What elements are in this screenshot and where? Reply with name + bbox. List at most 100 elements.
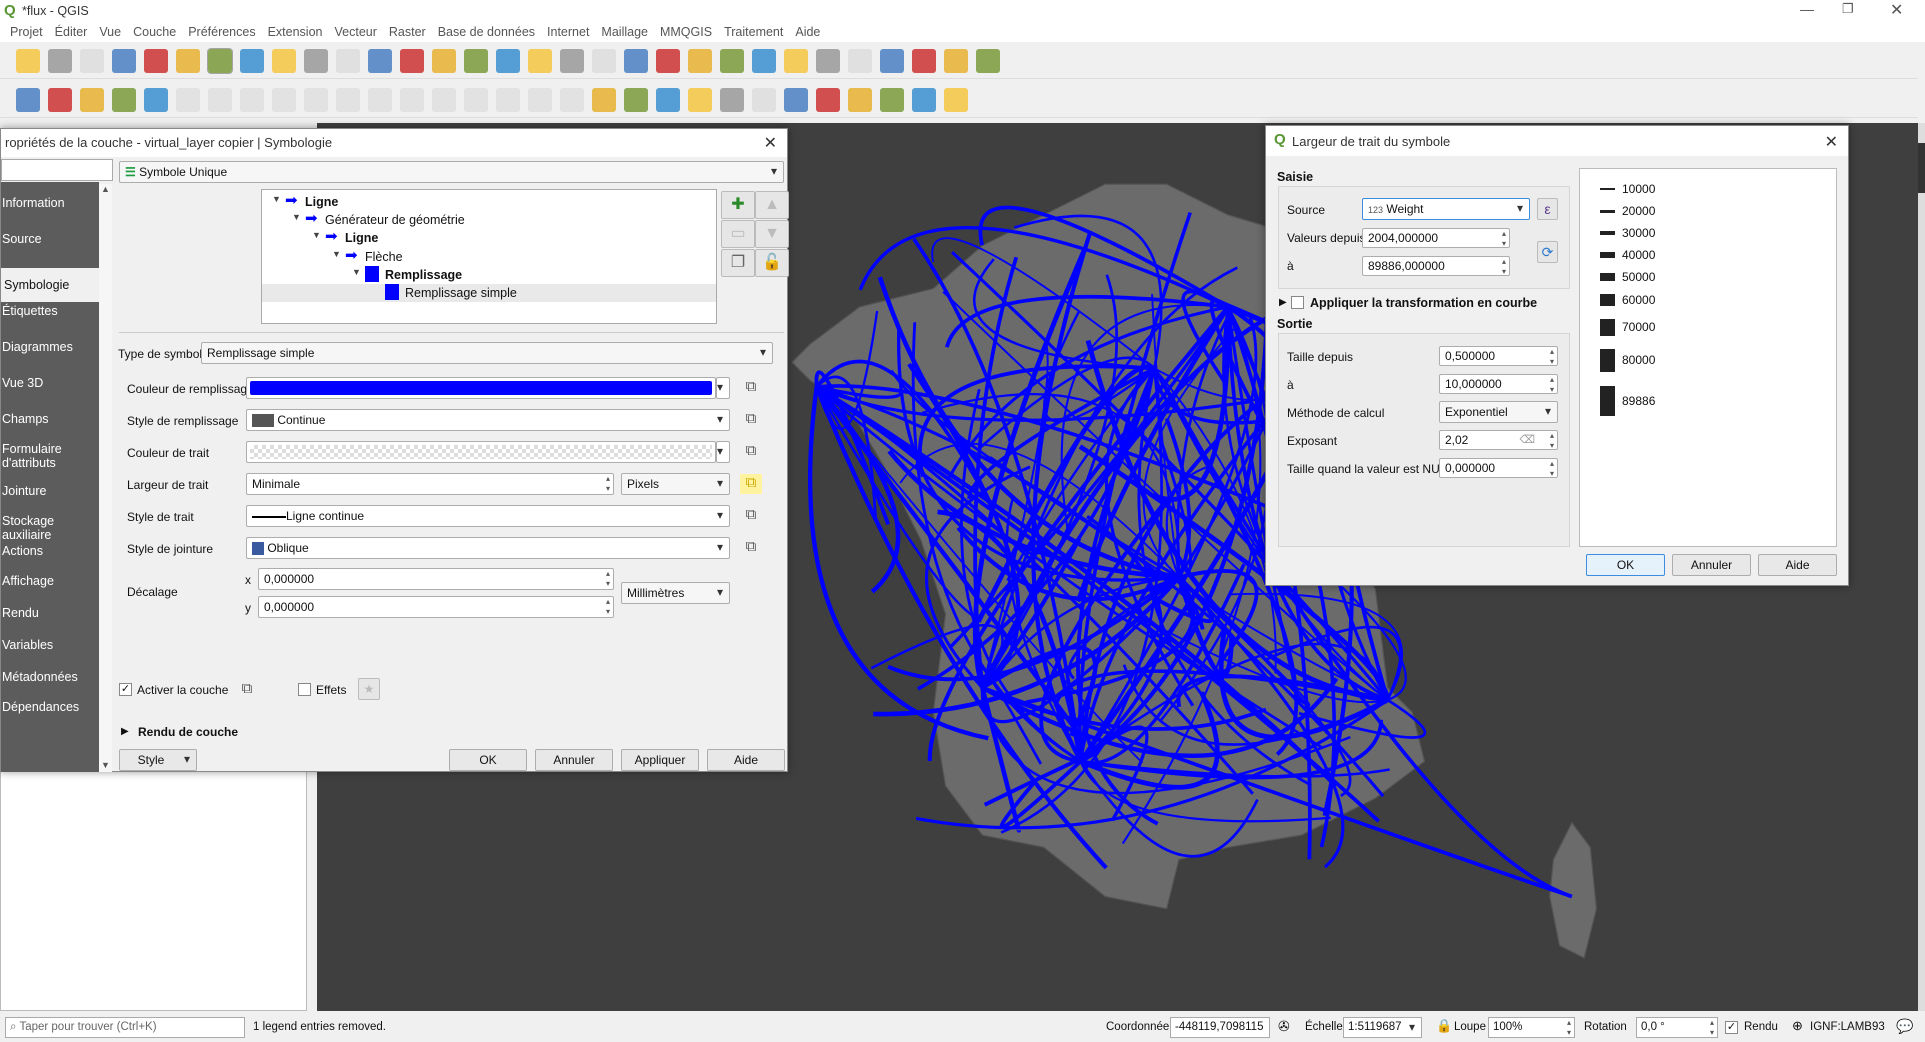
collapse-arrow-icon[interactable]: ▼ xyxy=(272,194,281,204)
render-checkbox[interactable]: ✓ xyxy=(1725,1021,1738,1034)
menu-10[interactable]: Maillage xyxy=(601,25,648,39)
crs-globe-icon[interactable]: ⊕ xyxy=(1792,1018,1803,1034)
nav-item-9[interactable]: Stockage auxiliaire xyxy=(1,514,99,542)
size-from-input[interactable]: 0,500000 xyxy=(1439,346,1558,366)
stroke-color-button[interactable] xyxy=(246,441,716,463)
data-defined-override-icon[interactable]: ⧉ xyxy=(740,442,762,462)
redo-icon[interactable] xyxy=(560,87,584,112)
help-icon[interactable] xyxy=(944,87,968,112)
help-button[interactable]: Aide xyxy=(707,749,785,771)
nav-search-input[interactable] xyxy=(1,159,113,181)
effects-star-button[interactable]: ★ xyxy=(358,678,380,700)
exponent-input[interactable]: 2,02 ⌫ xyxy=(1439,430,1558,450)
nav-item-3[interactable]: Étiquettes xyxy=(1,304,99,318)
fill-color-dropdown[interactable] xyxy=(716,377,730,399)
curve-checkbox[interactable] xyxy=(1291,296,1304,309)
method-select[interactable]: Exponentiel xyxy=(1439,401,1558,423)
move-up-button[interactable]: ▲ xyxy=(755,191,789,219)
collapse-arrow-icon[interactable]: ▼ xyxy=(352,267,361,277)
magnifier-input[interactable]: 100% xyxy=(1488,1017,1575,1038)
zoom-last-icon[interactable] xyxy=(464,48,488,73)
data-source-manager-icon[interactable] xyxy=(16,87,40,112)
rotation-input[interactable]: 0,0 ° xyxy=(1636,1017,1718,1038)
nav-item-12[interactable]: Rendu xyxy=(1,606,99,620)
effects-checkbox[interactable] xyxy=(298,683,311,696)
layers-panel[interactable] xyxy=(0,771,307,1011)
open-project-icon[interactable] xyxy=(48,48,72,73)
nav-item-1[interactable]: Source xyxy=(1,232,99,246)
tree-row[interactable]: ▼ Remplissage xyxy=(262,265,716,284)
zoom-to-selection-icon[interactable] xyxy=(368,48,392,73)
menu-4[interactable]: Préférences xyxy=(188,25,255,39)
delete-icon[interactable] xyxy=(400,87,424,112)
tree-row[interactable]: ▼ ➡ Flèche xyxy=(262,247,716,266)
zoom-next-icon[interactable] xyxy=(496,48,520,73)
cancel-button[interactable]: Annuler xyxy=(1672,554,1751,576)
coordinate-input[interactable]: -448119,7098115 xyxy=(1170,1017,1270,1038)
diagram-icon[interactable] xyxy=(624,87,648,112)
duplicate-layer-button[interactable]: ❐ xyxy=(721,249,755,277)
menu-2[interactable]: Vue xyxy=(99,25,121,39)
add-symbol-layer-button[interactable]: ✚ xyxy=(721,191,755,219)
nav-item-8[interactable]: Jointure xyxy=(1,484,99,498)
attribute-table-icon[interactable] xyxy=(752,48,776,73)
nav-item-7[interactable]: Formulaire d'attributs xyxy=(1,442,99,470)
refresh-icon[interactable] xyxy=(624,48,648,73)
statistics-icon[interactable] xyxy=(848,48,872,73)
zoom-full-icon[interactable] xyxy=(336,48,360,73)
undo-icon[interactable] xyxy=(528,87,552,112)
nav-item-15[interactable]: Dépendances xyxy=(1,700,99,714)
stroke-color-dropdown[interactable] xyxy=(716,441,730,463)
map-tips-icon[interactable] xyxy=(944,48,968,73)
menu-6[interactable]: Vecteur xyxy=(335,25,377,39)
collapse-arrow-icon[interactable]: ▼ xyxy=(292,212,301,222)
select-features-icon[interactable] xyxy=(720,48,744,73)
pan-icon[interactable] xyxy=(207,47,233,74)
enable-layer-checkbox[interactable]: ✓ xyxy=(119,683,132,696)
tree-row[interactable]: Remplissage simple xyxy=(262,284,716,302)
data-defined-override-icon[interactable]: ⧉ xyxy=(740,506,762,526)
pan-to-selection-icon[interactable] xyxy=(240,48,264,73)
osm-plugin-icon[interactable] xyxy=(848,87,872,112)
fill-style-select[interactable]: Continue xyxy=(246,409,730,431)
show-hide-labels-icon[interactable] xyxy=(816,87,840,112)
null-size-input[interactable]: 0,000000 xyxy=(1439,458,1558,478)
nav-item-10[interactable]: Actions xyxy=(1,544,99,558)
new-project-icon[interactable] xyxy=(16,48,40,73)
data-defined-override-icon[interactable]: ⧉ xyxy=(740,538,762,558)
apply-button[interactable]: Appliquer xyxy=(621,749,699,771)
symbol-type-select[interactable]: Remplissage simple xyxy=(201,342,773,364)
nav-scrollbar[interactable]: ▲ ▼ xyxy=(99,184,112,772)
layout-manager-icon[interactable] xyxy=(144,48,168,73)
data-defined-override-icon[interactable]: ⧉ xyxy=(740,378,762,398)
deselect-icon[interactable] xyxy=(784,48,808,73)
new-virtual-layer-icon[interactable] xyxy=(144,87,168,112)
menu-9[interactable]: Internet xyxy=(547,25,589,39)
menu-13[interactable]: Aide xyxy=(795,25,820,39)
refresh-values-button[interactable]: ⟳ xyxy=(1537,241,1558,263)
close-icon[interactable]: ✕ xyxy=(764,133,777,153)
text-annotation-icon[interactable] xyxy=(976,48,1000,73)
restore-button[interactable]: ❐ xyxy=(1842,1,1854,17)
nav-item-14[interactable]: Métadonnées xyxy=(1,670,99,684)
new-shapefile-icon[interactable] xyxy=(80,87,104,112)
new-geopackage-icon[interactable] xyxy=(48,87,72,112)
digitize-icon[interactable] xyxy=(176,87,200,112)
expand-arrow-icon[interactable]: ▶ xyxy=(121,726,129,737)
nav-item-5[interactable]: Vue 3D xyxy=(1,376,99,390)
renderer-select[interactable]: ☰ Symbole Unique xyxy=(119,161,784,183)
data-defined-override-active-icon[interactable]: ⧉ xyxy=(740,474,762,494)
close-icon[interactable]: ✕ xyxy=(1825,132,1838,152)
toggle-editing-icon[interactable] xyxy=(240,87,264,112)
stroke-width-input[interactable]: Minimale xyxy=(246,473,614,495)
nav-item-11[interactable]: Affichage xyxy=(1,574,99,588)
measure-icon[interactable] xyxy=(912,48,936,73)
new-bookmark-icon[interactable] xyxy=(528,48,552,73)
data-defined-override-icon[interactable]: ⧉ xyxy=(236,680,258,700)
map-scrollbar[interactable] xyxy=(1918,123,1925,1011)
data-defined-override-icon[interactable]: ⧉ xyxy=(740,410,762,430)
ok-button[interactable]: OK xyxy=(449,749,527,771)
zoom-in-icon[interactable] xyxy=(272,48,296,73)
cut-icon[interactable] xyxy=(432,87,456,112)
new-print-layout-icon[interactable] xyxy=(112,48,136,73)
